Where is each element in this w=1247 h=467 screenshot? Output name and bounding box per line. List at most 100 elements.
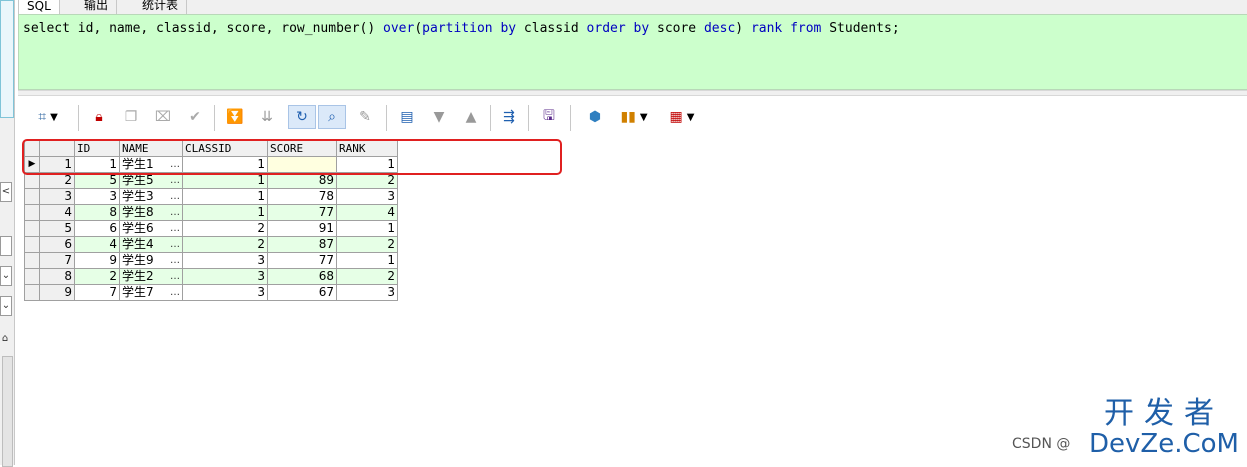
cell-name-text: 学生5 [122, 173, 154, 187]
save-button[interactable]: 🖫 [538, 105, 560, 129]
query-by-example-button[interactable]: ▤ [396, 105, 418, 129]
row-number-cell[interactable]: 6 [39, 236, 75, 253]
cell-rank[interactable]: 1 [336, 220, 398, 237]
cell-rank[interactable]: 3 [336, 188, 398, 205]
cell-editor-button[interactable]: … [170, 269, 180, 284]
cell-id[interactable]: 9 [74, 252, 120, 269]
cell-score[interactable]: 68 [267, 268, 337, 285]
post-changes-button[interactable]: ✔ [184, 105, 206, 129]
cell-name[interactable]: 学生4 … [119, 236, 183, 253]
cell-score[interactable]: 77 [267, 252, 337, 269]
dropdown-button-1[interactable]: ⌄ [0, 266, 12, 286]
link-button[interactable]: ⇶ [498, 105, 520, 129]
table-row[interactable]: 4 8 学生8… 1 77 4 [24, 204, 398, 221]
dropdown-button-2[interactable]: ⌄ [0, 296, 12, 316]
cell-classid[interactable]: 3 [182, 284, 268, 301]
cell-id[interactable]: 4 [74, 236, 120, 253]
cell-classid[interactable]: 2 [182, 236, 268, 253]
pane-splitter[interactable] [18, 90, 1247, 96]
row-number-cell[interactable]: 8 [39, 268, 75, 285]
cell-rank[interactable]: 1 [336, 252, 398, 269]
cell-id[interactable]: 7 [74, 284, 120, 301]
first-record-button[interactable]: ⏬ [224, 105, 246, 129]
cell-score[interactable]: 78 [267, 188, 337, 205]
copy-record-button[interactable]: ❐ [120, 105, 142, 129]
table-row[interactable]: 3 3 学生3… 1 78 3 [24, 188, 398, 205]
row-indicator[interactable] [24, 252, 40, 269]
chart-button[interactable]: ▮▮ ▼ [614, 105, 654, 129]
cell-editor-button[interactable]: … [170, 253, 180, 268]
table-row[interactable]: 8 2 学生2… 3 68 2 [24, 268, 398, 285]
row-number-cell[interactable]: 5 [39, 220, 75, 237]
row-indicator[interactable] [24, 268, 40, 285]
row-indicator[interactable] [24, 284, 40, 301]
first-record-icon: ⏬ [226, 109, 244, 125]
collapse-button[interactable]: < [0, 182, 12, 202]
row-number-cell[interactable]: 9 [39, 284, 75, 301]
cell-editor-button[interactable]: … [170, 173, 180, 188]
cell-classid[interactable]: 3 [182, 252, 268, 269]
cell-id[interactable]: 3 [74, 188, 120, 205]
tab-output[interactable]: 输出 [76, 0, 118, 14]
cell-name-text: 学生4 [122, 237, 154, 251]
table-row[interactable]: 9 7 学生7… 3 67 3 [24, 284, 398, 301]
row-indicator[interactable] [24, 220, 40, 237]
tab-sql[interactable]: SQL [18, 0, 60, 15]
last-record-icon: ⇊ [261, 109, 273, 125]
row-indicator[interactable] [24, 204, 40, 221]
table-row[interactable]: 5 6 学生6 … 2 91 1 [24, 220, 398, 237]
cell-name[interactable]: 学生8… [119, 204, 183, 221]
cell-classid[interactable]: 1 [182, 204, 268, 221]
cell-rank[interactable]: 2 [336, 268, 398, 285]
table-view-button[interactable]: ▦ ▼ [662, 105, 702, 129]
clear-record-button[interactable]: ⌧ [152, 105, 174, 129]
lock-button[interactable]: 🔒︎ [88, 105, 110, 129]
cell-name-text: 学生3 [122, 189, 154, 203]
sql-editor[interactable]: select id, name, classid, score, row_num… [18, 14, 1247, 90]
cell-editor-button[interactable]: … [170, 205, 180, 220]
row-number-cell[interactable]: 4 [39, 204, 75, 221]
cell-editor-button[interactable]: … [170, 189, 180, 204]
sort-down-button[interactable]: ▼ [428, 105, 450, 129]
cell-editor-button[interactable]: … [170, 221, 180, 236]
refresh-button[interactable]: ↻ [288, 105, 316, 129]
cell-rank[interactable]: 3 [336, 284, 398, 301]
erase-button[interactable]: ✎ [354, 105, 376, 129]
erase-icon: ✎ [359, 109, 371, 125]
table-row[interactable]: 7 9 学生9 … 3 77 1 [24, 252, 398, 269]
find-button[interactable]: ⌕ [318, 105, 346, 129]
left-scrollbar[interactable] [2, 356, 13, 467]
cell-name[interactable]: 学生3 … [119, 188, 183, 205]
cell-editor-button[interactable]: … [170, 285, 180, 300]
cell-score[interactable]: 91 [267, 220, 337, 237]
cell-score[interactable]: 87 [267, 236, 337, 253]
cell-score[interactable]: 77 [267, 204, 337, 221]
cell-name[interactable]: 学生2… [119, 268, 183, 285]
panel-toggle-button[interactable] [0, 236, 12, 256]
cell-rank[interactable]: 4 [336, 204, 398, 221]
cell-rank[interactable]: 2 [336, 236, 398, 253]
row-indicator[interactable] [24, 236, 40, 253]
sort-up-button[interactable]: ▲ [460, 105, 482, 129]
cell-editor-button[interactable]: … [170, 237, 180, 252]
cell-name[interactable]: 学生6… [119, 220, 183, 237]
cell-id[interactable]: 8 [74, 204, 120, 221]
toolbar-separator [570, 105, 571, 131]
cell-id[interactable]: 2 [74, 268, 120, 285]
tab-statistics[interactable]: 统计表 [134, 0, 188, 14]
last-record-button[interactable]: ⇊ [256, 105, 278, 129]
export-button[interactable]: ⬢ [584, 105, 606, 129]
cell-classid[interactable]: 2 [182, 220, 268, 237]
grid-options-button[interactable]: ⌗ ▼ [28, 105, 68, 129]
cell-score[interactable]: 67 [267, 284, 337, 301]
cell-name[interactable]: 学生7… [119, 284, 183, 301]
row-number-cell[interactable]: 3 [39, 188, 75, 205]
cell-id[interactable]: 6 [74, 220, 120, 237]
row-number-cell[interactable]: 7 [39, 252, 75, 269]
home-icon[interactable]: ⌂ [0, 330, 10, 348]
cell-classid[interactable]: 1 [182, 188, 268, 205]
row-indicator[interactable] [24, 188, 40, 205]
cell-name[interactable]: 学生9… [119, 252, 183, 269]
table-row[interactable]: 6 4 学生4… 2 87 2 [24, 236, 398, 253]
cell-classid[interactable]: 3 [182, 268, 268, 285]
